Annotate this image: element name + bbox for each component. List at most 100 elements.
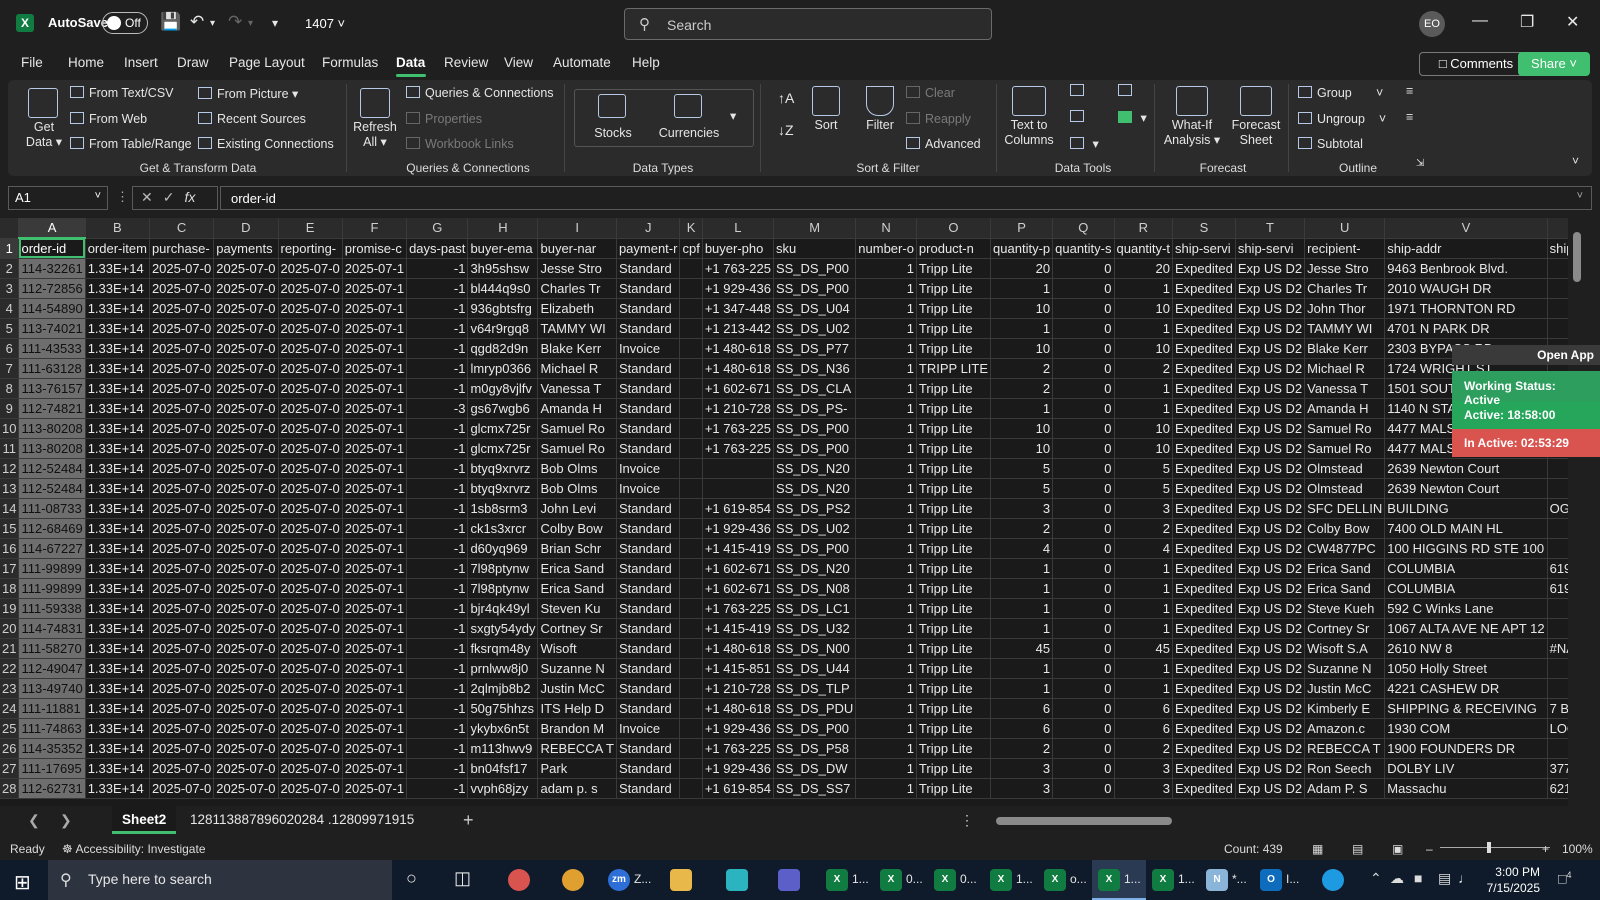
cell-g22[interactable]: -1 <box>406 658 469 679</box>
cell-c27[interactable]: 2025-07-0 <box>149 758 215 779</box>
cell-g23[interactable]: -1 <box>406 678 469 699</box>
menu-data[interactable]: Data <box>396 55 425 70</box>
cell-s8[interactable]: Expedited <box>1172 378 1236 399</box>
cell-k27[interactable] <box>679 758 703 779</box>
cell-g14[interactable]: -1 <box>406 498 469 519</box>
cell-u16[interactable]: CW4877PC <box>1304 538 1386 559</box>
subtotal-button[interactable]: Subtotal <box>1298 137 1363 151</box>
cell-r13[interactable]: 5 <box>1114 478 1174 499</box>
cell-d9[interactable]: 2025-07-0 <box>213 398 279 419</box>
column-header-n[interactable]: N <box>855 218 917 239</box>
cell-d10[interactable]: 2025-07-0 <box>213 418 279 439</box>
cell-f4[interactable]: 2025-07-1 <box>342 298 408 319</box>
cell-b24[interactable]: 1.33E+14 <box>85 698 150 719</box>
cell-h5[interactable]: v64r9rgq8 <box>467 318 539 339</box>
cell-m24[interactable]: SS_DS_PDU <box>773 698 857 719</box>
cell-p1[interactable]: quantity-p <box>990 238 1054 259</box>
cell-p28[interactable]: 3 <box>990 778 1054 799</box>
cell-c22[interactable]: 2025-07-0 <box>149 658 215 679</box>
cell-s2[interactable]: Expedited <box>1172 258 1236 279</box>
cell-h8[interactable]: m0gy8vjlfv <box>467 378 539 399</box>
cell-e25[interactable]: 2025-07-0 <box>278 718 343 739</box>
cell-u28[interactable]: Adam P. S <box>1304 778 1386 799</box>
app-diamond-icon[interactable] <box>726 869 748 891</box>
cell-i1[interactable]: buyer-nar <box>537 238 617 259</box>
cell-f3[interactable]: 2025-07-1 <box>342 278 408 299</box>
cell-s22[interactable]: Expedited <box>1172 658 1236 679</box>
cell-c11[interactable]: 2025-07-0 <box>149 438 215 459</box>
cell-b12[interactable]: 1.33E+14 <box>85 458 150 479</box>
cell-d7[interactable]: 2025-07-0 <box>213 358 279 379</box>
cell-a25[interactable]: 111-74863 <box>18 718 86 739</box>
column-header-h[interactable]: H <box>467 218 539 239</box>
cell-c25[interactable]: 2025-07-0 <box>149 718 215 739</box>
cell-i28[interactable]: adam p. s <box>537 778 617 799</box>
cell-n2[interactable]: 1 <box>855 258 917 279</box>
cell-n16[interactable]: 1 <box>855 538 917 559</box>
cell-u8[interactable]: Vanessa T <box>1304 378 1386 399</box>
cell-s25[interactable]: Expedited <box>1172 718 1236 739</box>
cell-i18[interactable]: Erica Sand <box>537 578 617 599</box>
worksheet-grid[interactable]: ABCDEFGHIJKLMNOPQRSTUVWX 1order-idorder-… <box>0 218 1568 806</box>
cell-t17[interactable]: Exp US D2 <box>1235 558 1306 579</box>
cell-h4[interactable]: 936gbtsfrg <box>467 298 539 319</box>
cell-b11[interactable]: 1.33E+14 <box>85 438 150 459</box>
cell-r23[interactable]: 1 <box>1114 678 1174 699</box>
cell-h20[interactable]: sxgty54ydy <box>467 618 539 639</box>
cell-v4[interactable]: 1971 THORNTON RD <box>1384 298 1548 319</box>
cell-r17[interactable]: 1 <box>1114 558 1174 579</box>
notifications-icon[interactable]: □4 <box>1558 870 1571 887</box>
cell-o6[interactable]: Tripp Lite <box>916 338 992 359</box>
cell-k4[interactable] <box>679 298 703 319</box>
cell-c23[interactable]: 2025-07-0 <box>149 678 215 699</box>
cell-s1[interactable]: ship-servi <box>1172 238 1236 259</box>
cell-u21[interactable]: Wisoft S.A <box>1304 638 1386 659</box>
refresh-all-button[interactable]: Refresh All ▾ <box>346 120 404 150</box>
cell-w21[interactable]: #NAME? <box>1547 638 1568 659</box>
cell-c26[interactable]: 2025-07-0 <box>149 738 215 759</box>
cell-j15[interactable]: Standard <box>616 518 681 539</box>
cell-c15[interactable]: 2025-07-0 <box>149 518 215 539</box>
sheet-tab-sheet2[interactable]: Sheet2 <box>112 806 177 834</box>
row-header[interactable]: 17 <box>0 558 20 579</box>
row-header[interactable]: 9 <box>0 398 20 419</box>
cell-g25[interactable]: -1 <box>406 718 469 739</box>
cell-d27[interactable]: 2025-07-0 <box>213 758 279 779</box>
cell-a15[interactable]: 112-68469 <box>18 518 86 539</box>
row-header[interactable]: 3 <box>0 278 20 299</box>
cell-d21[interactable]: 2025-07-0 <box>213 638 279 659</box>
cell-o4[interactable]: Tripp Lite <box>916 298 992 319</box>
cell-f24[interactable]: 2025-07-1 <box>342 698 408 719</box>
cell-p25[interactable]: 6 <box>990 718 1054 739</box>
cell-d18[interactable]: 2025-07-0 <box>213 578 279 599</box>
cell-m25[interactable]: SS_DS_P00 <box>773 718 857 739</box>
cell-s27[interactable]: Expedited <box>1172 758 1236 779</box>
cell-d12[interactable]: 2025-07-0 <box>213 458 279 479</box>
row-header[interactable]: 20 <box>0 618 20 639</box>
cell-i13[interactable]: Bob Olms <box>537 478 617 499</box>
cell-a7[interactable]: 111-63128 <box>18 358 86 379</box>
menu-insert[interactable]: Insert <box>124 55 158 70</box>
cell-m9[interactable]: SS_DS_PS- <box>773 398 857 419</box>
cell-o2[interactable]: Tripp Lite <box>916 258 992 279</box>
row-header[interactable]: 16 <box>0 538 20 559</box>
cell-l12[interactable] <box>702 458 774 479</box>
cell-m10[interactable]: SS_DS_P00 <box>773 418 857 439</box>
cell-g18[interactable]: -1 <box>406 578 469 599</box>
sort-ascending-icon[interactable]: ↑A <box>778 90 794 106</box>
cell-n10[interactable]: 1 <box>855 418 917 439</box>
cell-k22[interactable] <box>679 658 703 679</box>
cell-l6[interactable]: +1 480-618 <box>702 338 774 359</box>
cell-m2[interactable]: SS_DS_P00 <box>773 258 857 279</box>
menu-file[interactable]: File <box>21 55 43 70</box>
cell-a19[interactable]: 111-59338 <box>18 598 86 619</box>
column-header-c[interactable]: C <box>149 218 215 239</box>
cell-e17[interactable]: 2025-07-0 <box>278 558 343 579</box>
cell-n18[interactable]: 1 <box>855 578 917 599</box>
normal-view-icon[interactable]: ▦ <box>1312 842 1323 856</box>
cell-h1[interactable]: buyer-ema <box>467 238 539 259</box>
outline-settings-icon[interactable]: ⇲ <box>1416 158 1424 169</box>
cell-m1[interactable]: sku <box>773 238 857 259</box>
cell-p16[interactable]: 4 <box>990 538 1054 559</box>
row-header[interactable]: 18 <box>0 578 20 599</box>
